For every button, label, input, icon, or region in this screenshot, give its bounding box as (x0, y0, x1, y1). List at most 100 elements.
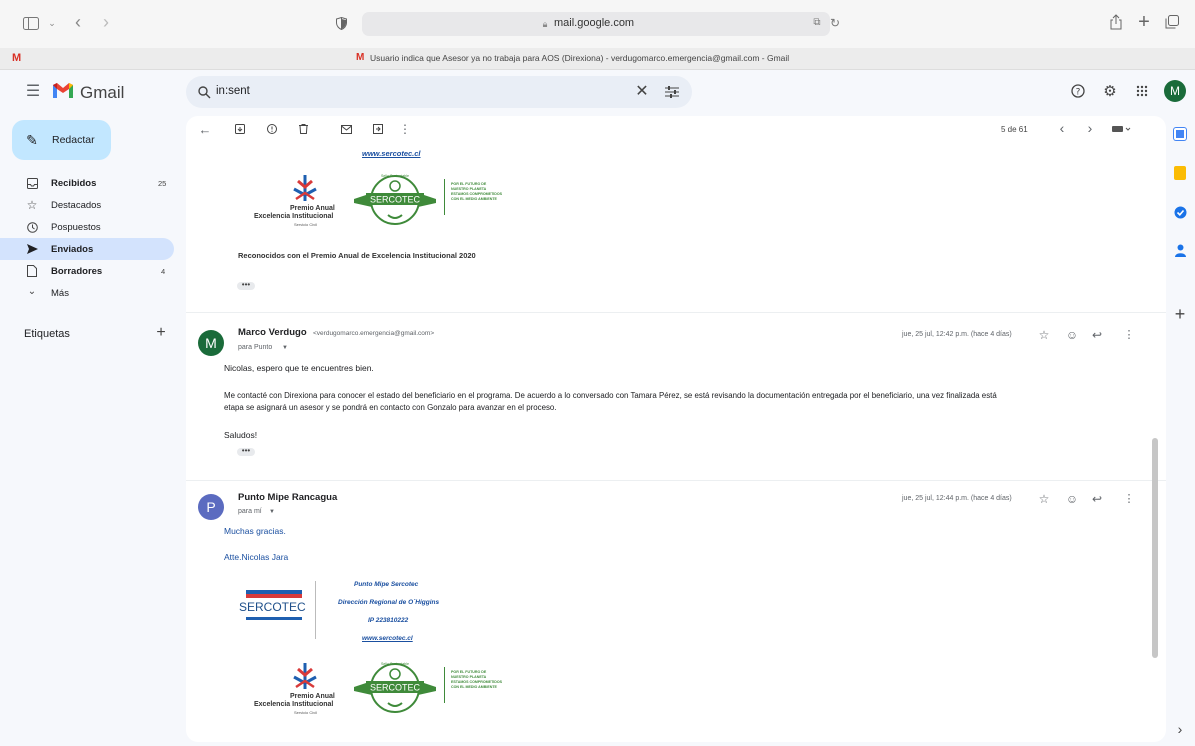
logo-stripe-red (246, 594, 302, 598)
labels-heading: Etiquetas (24, 328, 70, 340)
newer-chevron-icon[interactable]: ‹ (1056, 121, 1068, 135)
search-input[interactable]: in:sent (216, 85, 250, 97)
address-bar[interactable]: 🔒︎ mail.google.com ⧉ ↻ (362, 12, 840, 36)
message-greeting: Nicolas, espero que te encuentres bien. (224, 363, 374, 373)
sender-avatar[interactable]: M (198, 330, 224, 356)
compose-label: Redactar (52, 134, 95, 146)
reply-icon[interactable]: ↩ (1091, 328, 1103, 342)
search-options-icon[interactable] (664, 84, 680, 100)
emoji-react-icon[interactable]: ☺ (1066, 492, 1078, 506)
sidebar-item-label: Borradores (51, 266, 103, 277)
calendar-icon[interactable] (1174, 128, 1186, 140)
get-addons-plus-icon[interactable]: + (1172, 305, 1188, 323)
translate-icon[interactable]: ⧉ (810, 16, 824, 30)
signature-website-link[interactable]: www.sercotec.cl (362, 635, 413, 642)
award-banner: Premio Anual Excelencia Institucional Se… (246, 661, 546, 725)
move-to-icon[interactable] (372, 123, 384, 135)
show-side-panel-chevron-icon[interactable]: › (1174, 722, 1186, 736)
gmail-logo[interactable] (52, 82, 76, 100)
sercotec-logo: SERCOTEC (238, 590, 310, 624)
report-spam-icon[interactable] (266, 123, 278, 135)
badge-text: SERCOTEC (370, 195, 421, 205)
sidebar-item-count: 4 (161, 267, 166, 276)
message-date: jue, 25 jul, 12:42 p.m. (hace 4 días) (902, 331, 1012, 338)
scrollbar-thumb[interactable] (1152, 438, 1158, 658)
slogan-line: CON EL MEDIO AMBIENTE (451, 197, 497, 201)
more-vert-icon[interactable]: ⋮ (399, 122, 411, 136)
gmail-app: ☰ Gmail in:sent ✕ ? ⚙ M ✎ Redactar Recib… (0, 70, 1195, 746)
search-bar[interactable]: in:sent ✕ (186, 76, 692, 108)
sidebar-item-inbox[interactable]: Recibidos 25 (0, 172, 174, 194)
tab-gmail-favicon: M (12, 52, 22, 64)
search-icon[interactable] (196, 84, 212, 100)
browser-toolbar: ⌄ ‹ › 🔒︎ mail.google.com ⧉ ↻ + (0, 0, 1195, 48)
settings-gear-icon[interactable]: ⚙ (1102, 82, 1118, 100)
send-icon (26, 243, 38, 255)
keep-icon[interactable] (1174, 166, 1186, 180)
apps-grid-icon[interactable] (1134, 83, 1150, 99)
recipient-details-icon[interactable]: ▼ (281, 344, 289, 352)
sidebar-item-count: 25 (158, 179, 167, 188)
help-icon[interactable]: ? (1070, 83, 1086, 99)
tab-overview-icon[interactable] (1164, 14, 1180, 30)
privacy-shield-icon[interactable] (334, 15, 348, 31)
share-icon[interactable] (1108, 12, 1124, 32)
sidebar-item-sent[interactable]: Enviados (0, 238, 174, 260)
main-menu-icon[interactable]: ☰ (24, 83, 42, 101)
slogan-line: CON EL MEDIO AMBIENTE (451, 685, 497, 689)
mark-unread-icon[interactable] (340, 123, 352, 135)
message-paragraph: Me contacté con Direxiona para conocer e… (224, 391, 997, 400)
reply-icon[interactable]: ↩ (1091, 492, 1103, 506)
show-trimmed-button[interactable]: ••• (237, 281, 255, 290)
sidebar-toggle-icon[interactable] (22, 14, 40, 32)
pencil-icon: ✎ (26, 132, 38, 148)
sender-email: <verdugomarco.emergencia@gmail.com> (313, 330, 435, 337)
award-subtitle: Excelencia Institucional (254, 701, 334, 708)
star-icon[interactable]: ☆ (1038, 492, 1050, 506)
slogan-line: POR EL FUTURO DE (451, 670, 487, 674)
new-tab-icon[interactable]: + (1136, 12, 1152, 32)
message-divider (186, 480, 1166, 481)
older-chevron-icon[interactable]: › (1084, 121, 1096, 135)
chevron-down-icon: ⌄ (27, 286, 37, 297)
chevron-down-icon[interactable]: ⌄ (46, 16, 58, 30)
archive-icon[interactable] (234, 123, 246, 135)
back-arrow-icon[interactable]: ‹ (70, 13, 86, 31)
sender-avatar[interactable]: P (198, 494, 224, 520)
sidebar-item-more[interactable]: ⌄ Más (0, 282, 174, 304)
contacts-icon[interactable] (1172, 242, 1188, 258)
sidebar-item-snoozed[interactable]: Pospuestos (0, 216, 174, 238)
show-trimmed-button[interactable]: ••• (237, 447, 255, 456)
forward-arrow-icon[interactable]: › (98, 13, 114, 31)
reload-icon[interactable]: ↻ (828, 16, 842, 30)
award-caption: Reconocidos con el Premio Anual de Excel… (238, 251, 476, 260)
star-icon[interactable]: ☆ (1038, 328, 1050, 342)
browser-tab[interactable]: M M Usuario indica que Asesor ya no trab… (0, 48, 1195, 70)
sidebar-item-starred[interactable]: ☆ Destacados (0, 194, 174, 216)
input-tools-keyboard-icon[interactable] (1110, 123, 1134, 135)
tasks-icon[interactable] (1172, 204, 1188, 220)
sidebar-item-drafts[interactable]: Borradores 4 (0, 260, 174, 282)
signature-line: Dirección Regional de O´Higgins (338, 599, 440, 606)
recipient-line[interactable]: para mí (238, 508, 262, 515)
logo-underline (246, 617, 302, 620)
add-label-icon[interactable]: + (154, 325, 168, 341)
more-vert-icon[interactable]: ⋮ (1124, 328, 1135, 342)
slogan-line: NUESTRO PLANETA (451, 675, 487, 679)
more-vert-icon[interactable]: ⋮ (1124, 492, 1135, 506)
message-closing: Saludos! (224, 430, 258, 440)
back-arrow-icon[interactable]: ← (198, 122, 212, 136)
compose-button[interactable]: ✎ Redactar (12, 120, 111, 160)
quoted-website-link[interactable]: www.sercotec.cl (362, 149, 421, 158)
premio-anual-logo (293, 175, 317, 201)
premio-anual-logo (293, 663, 317, 689)
award-banner: Premio Anual Excelencia Institucional Se… (246, 173, 546, 237)
badge-top-text: Sello Sustentable (381, 662, 409, 666)
svg-text:?: ? (1076, 88, 1081, 98)
recipient-line[interactable]: para Punto (238, 344, 272, 351)
trash-icon[interactable] (297, 123, 309, 135)
clear-search-icon[interactable]: ✕ (634, 83, 650, 101)
recipient-details-icon[interactable]: ▼ (268, 508, 276, 516)
emoji-react-icon[interactable]: ☺ (1066, 328, 1078, 342)
award-title: Premio Anual (290, 693, 335, 700)
